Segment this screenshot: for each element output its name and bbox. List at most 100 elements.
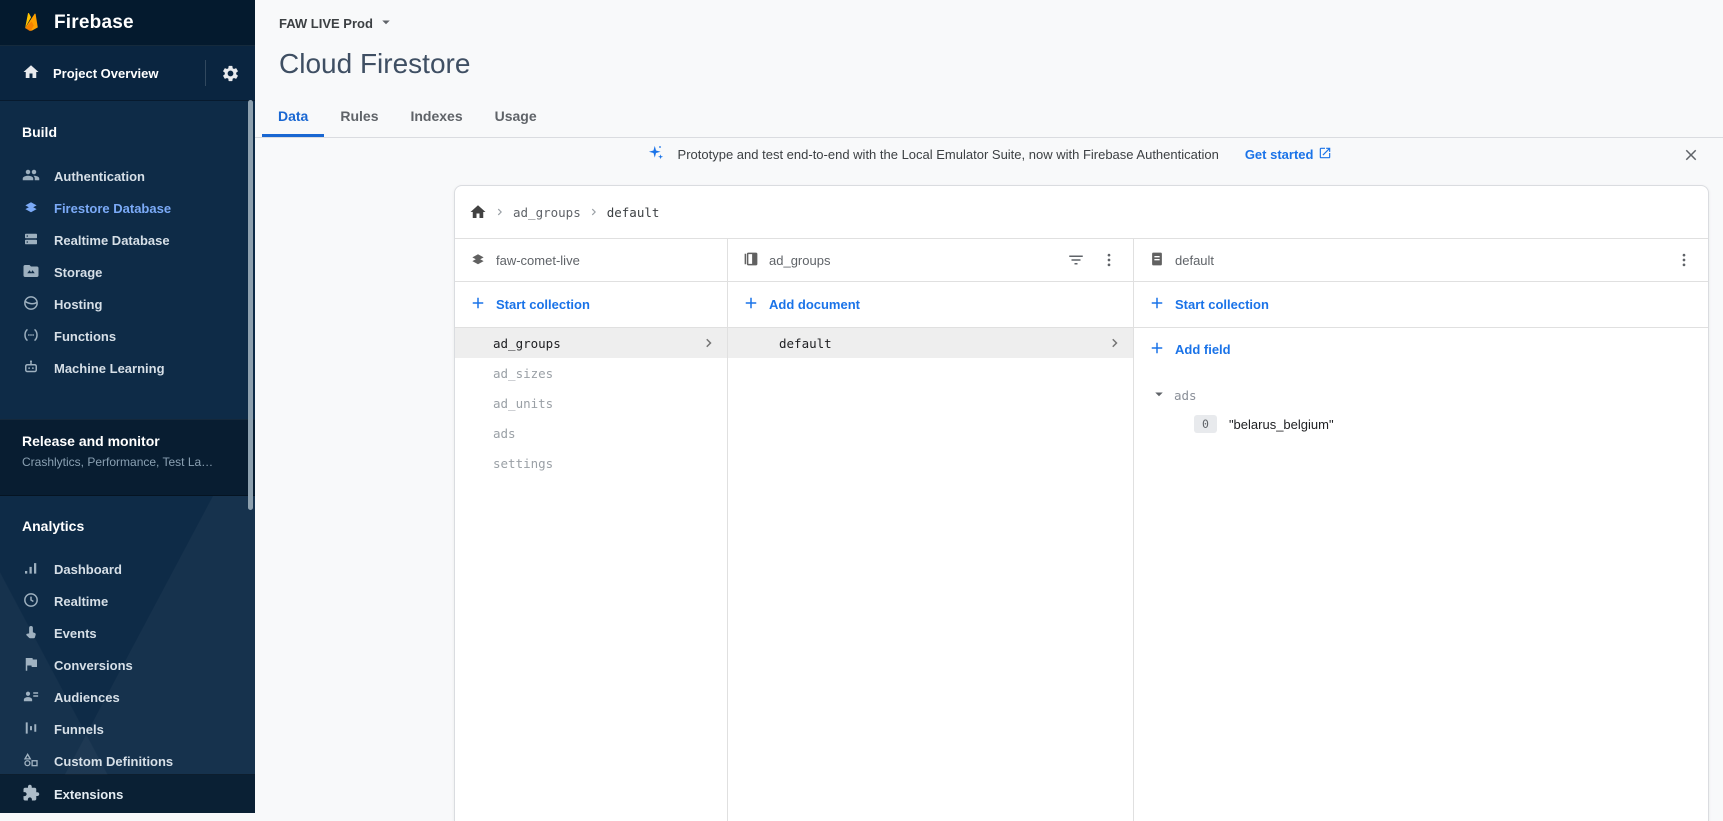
document-icon <box>1148 250 1166 271</box>
firestore-columns: faw-comet-live Start collection ad_group… <box>455 239 1708 821</box>
database-icon <box>22 230 40 251</box>
expand-arrow-icon[interactable] <box>1150 385 1168 406</box>
sidebar-item-label: Storage <box>54 265 102 280</box>
close-icon[interactable] <box>1682 146 1700 164</box>
sidebar-item-authentication[interactable]: Authentication <box>0 160 255 192</box>
field-name: ads <box>1174 388 1197 403</box>
sidebar-item-label: Realtime Database <box>54 233 170 248</box>
add-field-label: Add field <box>1175 342 1231 357</box>
project-name: FAW LIVE Prod <box>279 16 373 31</box>
tab-bar: Data Rules Indexes Usage <box>255 95 1723 138</box>
page-title: Cloud Firestore <box>279 45 1723 83</box>
sidebar-item-label: Realtime <box>54 594 108 609</box>
firebase-logo[interactable]: Firebase <box>0 0 255 46</box>
tab-indexes[interactable]: Indexes <box>394 95 478 137</box>
filter-icon[interactable] <box>1064 248 1088 272</box>
sidebar-item-label: Machine Learning <box>54 361 165 376</box>
sidebar-item-events[interactable]: Events <box>0 617 255 649</box>
tab-usage[interactable]: Usage <box>479 95 553 137</box>
sidebar-scrollbar[interactable] <box>248 100 253 510</box>
firebase-flame-icon <box>20 10 42 35</box>
kebab-menu-icon[interactable] <box>1097 248 1121 272</box>
gear-icon[interactable] <box>206 64 255 83</box>
sidebar-item-firestore-database[interactable]: Firestore Database <box>0 192 255 224</box>
kebab-menu-icon[interactable] <box>1672 248 1696 272</box>
collection-row-ads[interactable]: ads <box>455 418 727 448</box>
clock-icon <box>22 591 40 612</box>
collection-row-ad_units[interactable]: ad_units <box>455 388 727 418</box>
project-selector[interactable]: FAW LIVE Prod <box>279 13 395 34</box>
add-field-button[interactable]: Add field <box>1134 328 1708 370</box>
flag-icon <box>22 655 40 676</box>
breadcrumb-collection[interactable]: ad_groups <box>513 205 581 220</box>
sidebar-item-realtime-database[interactable]: Realtime Database <box>0 224 255 256</box>
tab-rules[interactable]: Rules <box>324 95 394 137</box>
collection-row-ad_sizes[interactable]: ad_sizes <box>455 358 727 388</box>
chevron-right-icon <box>1106 334 1124 355</box>
sidebar-item-project-overview[interactable]: Project Overview <box>0 46 255 101</box>
collection-name: ads <box>493 426 516 441</box>
get-started-link[interactable]: Get started <box>1245 146 1333 163</box>
array-item-value: "belarus_belgium" <box>1229 417 1334 432</box>
add-document-button[interactable]: Add document <box>728 282 1133 328</box>
collection-name: ad_groups <box>493 336 561 351</box>
plus-icon <box>742 294 760 315</box>
touch-icon <box>22 623 40 644</box>
chevron-right-icon <box>700 334 718 355</box>
field-list: ads 0 "belarus_belgium" <box>1134 370 1708 438</box>
sidebar-item-extensions[interactable]: Extensions <box>0 775 255 813</box>
start-collection-label: Start collection <box>1175 297 1269 312</box>
brand-name: Firebase <box>54 12 134 34</box>
document-row-default[interactable]: default <box>728 328 1133 358</box>
firestore-panel: ad_groups default faw-comet-live Start c… <box>454 185 1709 821</box>
collection-column-header: ad_groups <box>728 239 1133 282</box>
main-content: FAW LIVE Prod Cloud Firestore Data Rules… <box>255 0 1723 813</box>
sidebar-item-dashboard[interactable]: Dashboard <box>0 553 255 585</box>
document-column: default Start collection Add field ads <box>1134 239 1708 821</box>
people-icon <box>22 166 40 187</box>
section-label-analytics: Analytics <box>0 514 255 538</box>
shapes-icon <box>22 751 40 772</box>
home-icon[interactable] <box>469 203 487 221</box>
breadcrumb: ad_groups default <box>455 186 1708 239</box>
sidebar-item-label: Functions <box>54 329 116 344</box>
start-collection-button[interactable]: Start collection <box>1134 282 1708 328</box>
sidebar-item-machine-learning[interactable]: Machine Learning <box>0 352 255 384</box>
funnel-bars-icon <box>22 719 40 740</box>
banner-message: Prototype and test end-to-end with the L… <box>678 147 1219 162</box>
puzzle-icon <box>22 784 40 805</box>
tab-data[interactable]: Data <box>262 95 324 137</box>
sidebar-item-storage[interactable]: Storage <box>0 256 255 288</box>
chevron-down-icon <box>377 13 395 34</box>
section-release-and-monitor[interactable]: Release and monitor Crashlytics, Perform… <box>0 419 255 496</box>
document-column-header: default <box>1134 239 1708 282</box>
bar-chart-icon <box>22 559 40 580</box>
sidebar-nav: Build Authentication Firestore Database … <box>0 100 255 813</box>
chevron-right-icon <box>587 205 601 219</box>
array-index-badge: 0 <box>1194 415 1217 433</box>
collection-row-settings[interactable]: settings <box>455 448 727 478</box>
sidebar-item-label: Hosting <box>54 297 102 312</box>
sidebar-item-hosting[interactable]: Hosting <box>0 288 255 320</box>
sidebar-item-label: Conversions <box>54 658 133 673</box>
sidebar-item-label: Custom Definitions <box>54 754 173 769</box>
document-title: default <box>1175 253 1214 268</box>
collection-name: ad_sizes <box>493 366 553 381</box>
sidebar-item-conversions[interactable]: Conversions <box>0 649 255 681</box>
collection-title: ad_groups <box>769 253 830 268</box>
breadcrumb-document[interactable]: default <box>607 205 660 220</box>
start-collection-label: Start collection <box>496 297 590 312</box>
collection-row-ad_groups[interactable]: ad_groups <box>455 328 727 358</box>
release-monitor-title: Release and monitor <box>22 433 233 449</box>
external-link-icon <box>1318 146 1332 163</box>
sidebar-item-funnels[interactable]: Funnels <box>0 713 255 745</box>
sidebar-item-audiences[interactable]: Audiences <box>0 681 255 713</box>
sidebar-item-realtime[interactable]: Realtime <box>0 585 255 617</box>
start-collection-button[interactable]: Start collection <box>455 282 727 328</box>
array-item-row[interactable]: 0 "belarus_belgium" <box>1134 410 1708 438</box>
sidebar-item-functions[interactable]: Functions <box>0 320 255 352</box>
field-row-ads[interactable]: ads <box>1134 380 1708 410</box>
plus-icon <box>1148 294 1166 315</box>
add-document-label: Add document <box>769 297 860 312</box>
database-name: faw-comet-live <box>496 253 580 268</box>
